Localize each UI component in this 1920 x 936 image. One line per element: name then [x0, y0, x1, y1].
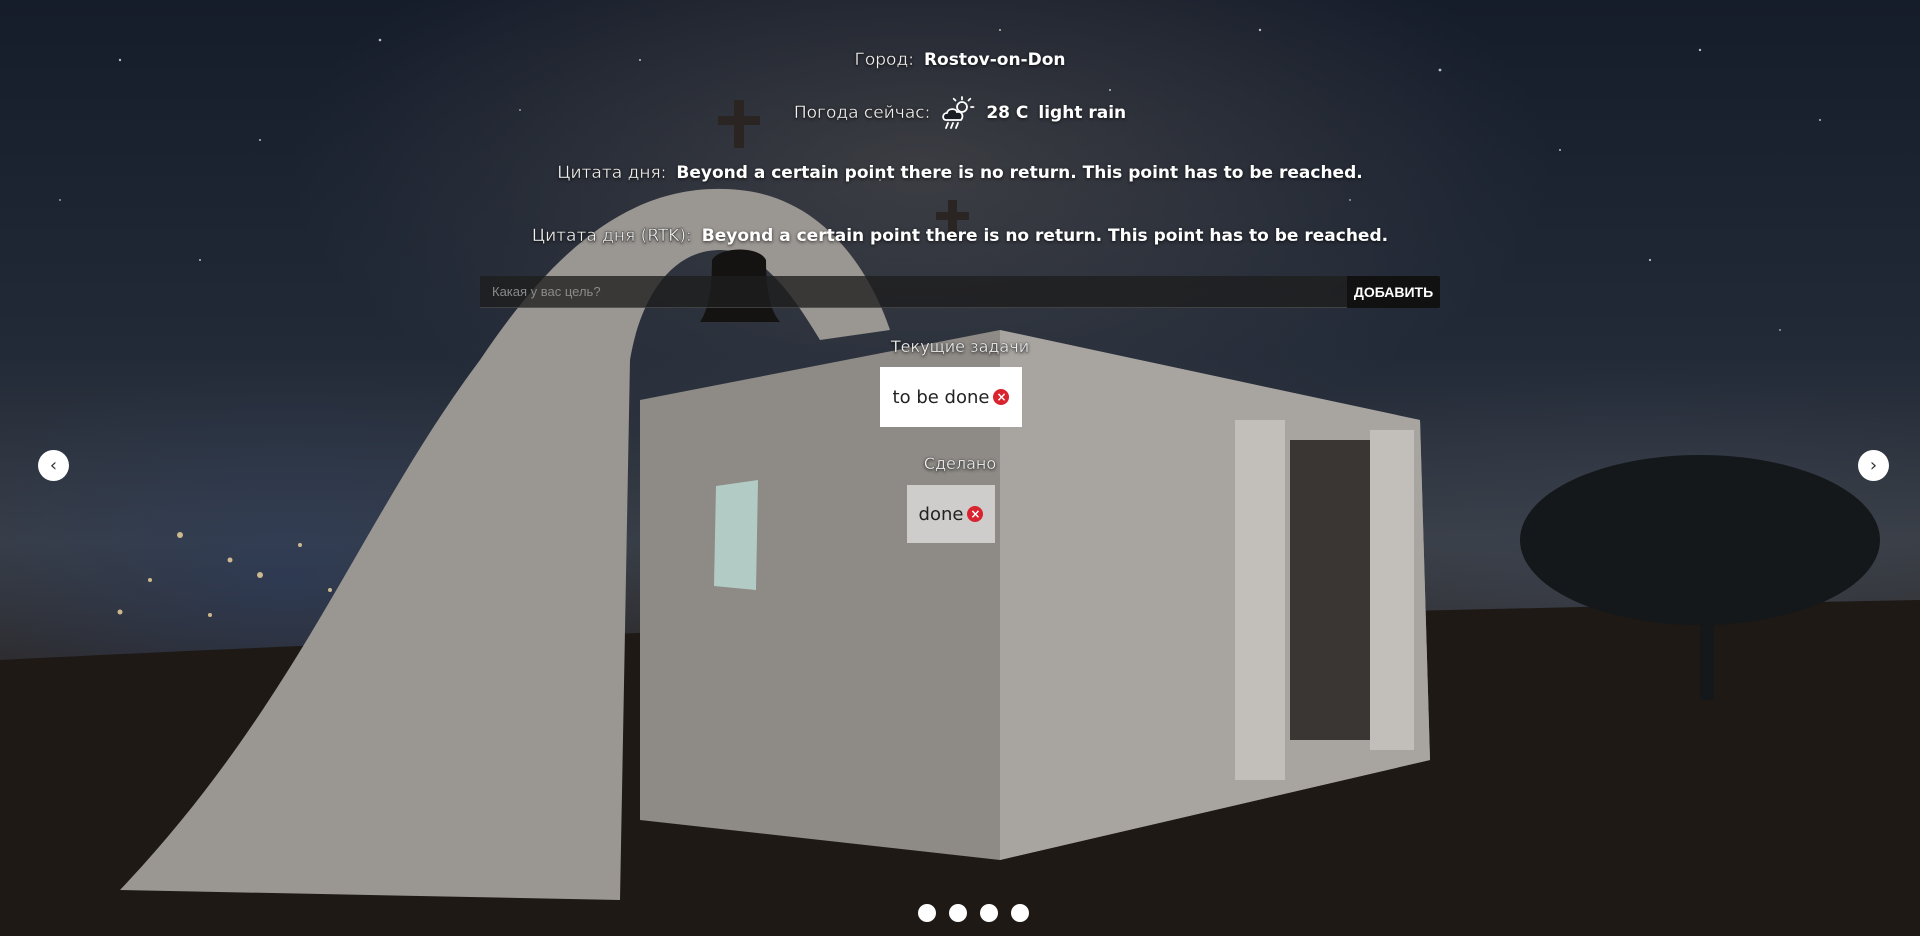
dashboard: Город: Rostov-on-Don Погода сейчас: 28 C — [0, 0, 1920, 936]
quote-rtk-text: Beyond a certain point there is no retur… — [701, 226, 1389, 246]
slide-dot-4[interactable] — [1011, 904, 1029, 922]
chevron-left-icon: ‹ — [49, 455, 58, 476]
weather-label: Погода сейчас: — [793, 103, 931, 123]
quote-rtk-row: Цитата дня (RTK): Beyond a certain point… — [0, 226, 1920, 246]
next-slide-button[interactable]: › — [1858, 450, 1889, 481]
city-row: Город: Rostov-on-Don — [0, 50, 1920, 70]
city-value: Rostov-on-Don — [923, 50, 1066, 70]
city-label: Город: — [854, 50, 914, 70]
quote-label: Цитата дня: — [557, 163, 667, 183]
weather-description: light rain — [1038, 103, 1127, 123]
current-task-text: to be done — [892, 386, 990, 408]
slide-dot-2[interactable] — [949, 904, 967, 922]
quote-text: Beyond a certain point there is no retur… — [676, 163, 1363, 183]
delete-icon[interactable]: × — [993, 389, 1010, 405]
goal-form: ДОБАВИТЬ — [480, 276, 1440, 308]
done-task-text: done — [918, 503, 964, 525]
add-goal-button[interactable]: ДОБАВИТЬ — [1347, 276, 1440, 308]
chevron-right-icon: › — [1869, 455, 1878, 476]
quote-row: Цитата дня: Beyond a certain point there… — [0, 163, 1920, 183]
slide-indicators — [918, 904, 1029, 922]
current-task-item[interactable]: to be done × — [880, 367, 1022, 427]
delete-icon[interactable]: × — [967, 506, 984, 522]
goal-input[interactable] — [480, 276, 1347, 308]
prev-slide-button[interactable]: ‹ — [38, 450, 69, 481]
done-task-item[interactable]: done × — [907, 485, 995, 543]
temperature-value: 28 C — [986, 103, 1029, 123]
slide-dot-3[interactable] — [980, 904, 998, 922]
rain-cloud-icon — [940, 96, 976, 130]
current-tasks-title: Текущие задачи — [890, 337, 1030, 356]
weather-row: Погода сейчас: 28 C light rain — [0, 96, 1920, 130]
done-tasks-title: Сделано — [923, 454, 997, 473]
slide-dot-1[interactable] — [918, 904, 936, 922]
quote-rtk-label: Цитата дня (RTK): — [531, 226, 692, 246]
